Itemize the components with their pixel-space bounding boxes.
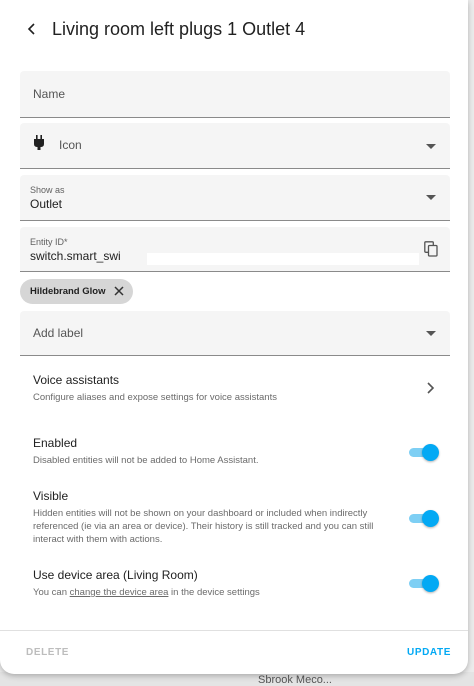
voice-assistants-description: Configure aliases and expose settings fo… (33, 392, 277, 403)
enabled-toggle[interactable] (409, 443, 439, 461)
name-field[interactable]: Name (20, 71, 450, 118)
entity-id-value[interactable]: switch.smart_swi (30, 249, 121, 263)
copy-icon[interactable] (424, 241, 438, 262)
background-page-strip: Sbrook Meco... (0, 672, 474, 686)
add-label-placeholder: Add label (33, 326, 84, 340)
toggle-knob (422, 510, 439, 527)
show-as-select[interactable]: Show as Outlet (20, 175, 450, 221)
show-as-label: Show as (30, 185, 65, 195)
device-area-desc-suffix: in the device settings (168, 587, 260, 598)
back-button[interactable] (20, 17, 44, 41)
add-label-select[interactable]: Add label (20, 311, 450, 356)
voice-assistants-row[interactable]: Voice assistants Configure aliases and e… (33, 373, 393, 404)
device-area-description: You can change the device area in the de… (33, 586, 393, 599)
dialog-header: Living room left plugs 1 Outlet 4 (0, 0, 468, 58)
dropdown-arrow-icon[interactable] (426, 195, 436, 200)
entity-id-label: Entity ID* (30, 237, 68, 247)
enabled-description: Disabled entities will not be added to H… (33, 455, 259, 466)
dialog-footer: DELETE UPDATE (0, 630, 468, 674)
device-area-title: Use device area (Living Room) (33, 568, 198, 582)
close-icon[interactable] (113, 285, 125, 297)
name-field-placeholder: Name (33, 87, 66, 101)
background-text-fragment: Sbrook Meco... (258, 674, 332, 686)
power-plug-icon (33, 135, 45, 156)
toggle-knob (422, 575, 439, 592)
icon-field[interactable]: Icon (20, 123, 450, 169)
entity-id-field[interactable]: Entity ID* switch.smart_swi (20, 227, 450, 272)
redacted-area (147, 253, 419, 265)
change-device-area-link[interactable]: change the device area (70, 587, 169, 598)
visible-title: Visible (33, 489, 69, 503)
dropdown-arrow-icon[interactable] (426, 331, 436, 336)
label-chip-text: Hildebrand Glow (30, 286, 106, 297)
delete-button[interactable]: DELETE (26, 647, 69, 658)
icon-field-placeholder: Icon (59, 138, 82, 152)
dropdown-arrow-icon[interactable] (426, 144, 436, 149)
toggle-knob (422, 444, 439, 461)
update-button[interactable]: UPDATE (407, 647, 451, 658)
device-area-row: Use device area (Living Room) You can ch… (33, 568, 393, 599)
device-area-desc-prefix: You can (33, 587, 70, 598)
enabled-title: Enabled (33, 436, 78, 450)
visible-toggle[interactable] (409, 509, 439, 527)
device-area-toggle[interactable] (409, 574, 439, 592)
label-chip: Hildebrand Glow (20, 279, 133, 304)
visible-description: Hidden entities will not be shown on you… (33, 508, 374, 545)
entity-settings-dialog: Living room left plugs 1 Outlet 4 Name I… (0, 0, 468, 674)
show-as-value: Outlet (30, 197, 63, 211)
chevron-right-icon[interactable] (426, 381, 436, 395)
dialog-title: Living room left plugs 1 Outlet 4 (52, 18, 306, 39)
voice-assistants-title: Voice assistants (33, 373, 120, 387)
visible-row: Visible Hidden entities will not be show… (33, 489, 393, 546)
chevron-left-icon (27, 23, 35, 35)
enabled-row: Enabled Disabled entities will not be ad… (33, 436, 393, 467)
